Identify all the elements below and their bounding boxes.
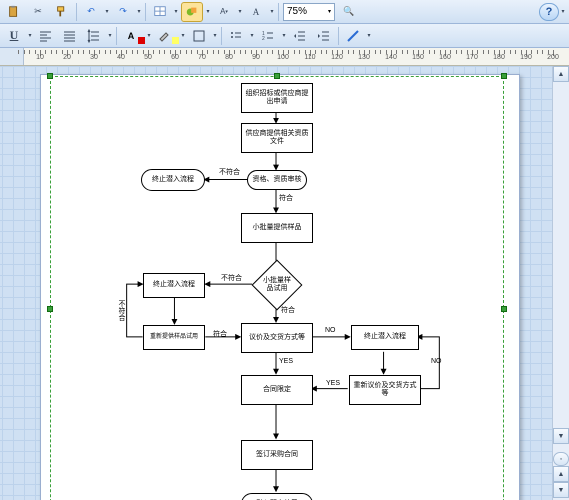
numbering-icon[interactable]: 12 <box>257 26 279 46</box>
numbering-dropdown[interactable]: ▾ <box>280 32 288 39</box>
font-shrink-icon[interactable]: A▾ <box>213 2 235 22</box>
bullets-dropdown[interactable]: ▾ <box>248 32 256 39</box>
spacing-dropdown[interactable]: ▾ <box>106 32 114 39</box>
scrollbar-vertical[interactable]: ▲ ▼ ◦ ▲ ▼ <box>552 66 569 500</box>
indent-decrease-icon[interactable] <box>289 26 311 46</box>
cut-icon[interactable]: ✂ <box>27 2 49 22</box>
undo-icon[interactable]: ↶ <box>80 2 102 22</box>
zoom-tool-icon[interactable]: 🔍 <box>338 2 360 22</box>
ruler-label: 190 <box>520 54 532 61</box>
ruler-label: 200 <box>547 54 559 61</box>
highlight-swatch <box>172 37 179 44</box>
paste-icon[interactable] <box>3 2 25 22</box>
separator <box>145 3 146 21</box>
ruler-label: 140 <box>385 54 397 61</box>
help-dropdown[interactable]: ▾ <box>559 8 567 15</box>
browse-object-button[interactable]: ◦ <box>553 452 569 466</box>
separator <box>278 3 279 21</box>
resize-handle-w[interactable] <box>47 306 53 312</box>
undo-dropdown[interactable]: ▾ <box>103 8 111 15</box>
align-left-icon[interactable] <box>35 26 57 46</box>
ruler-label: 100 <box>277 54 289 61</box>
ruler-corner <box>0 48 24 65</box>
ruler-label: 40 <box>117 54 125 61</box>
border-dropdown[interactable]: ▾ <box>211 32 219 39</box>
ruler-label: 110 <box>304 54 315 61</box>
scroll-down-button[interactable]: ▼ <box>553 428 569 444</box>
fs-dropdown[interactable]: ▾ <box>236 8 244 15</box>
line-spacing-icon[interactable] <box>83 26 105 46</box>
ruler-horizontal[interactable]: 10 20 30 40 50 60 70 80 90 100 110 120 130 140 150 160 1… <box>0 48 569 66</box>
separator <box>221 27 222 45</box>
scroll-up-button[interactable]: ▲ <box>553 66 569 82</box>
svg-text:2: 2 <box>262 36 265 42</box>
next-page-button[interactable]: ▼ <box>553 482 569 498</box>
separator <box>76 3 77 21</box>
resize-handle-n[interactable] <box>274 73 280 79</box>
separator <box>116 27 117 45</box>
ruler-label: 20 <box>63 54 71 61</box>
ruler-label: 160 <box>439 54 451 61</box>
ruler-label: 30 <box>90 54 98 61</box>
table-dropdown[interactable]: ▾ <box>172 8 180 15</box>
ruler-label: 50 <box>144 54 152 61</box>
ruler-label: 90 <box>252 54 260 61</box>
resize-handle-nw[interactable] <box>47 73 53 79</box>
fstyle-dropdown[interactable]: ▾ <box>268 8 276 15</box>
underline-button[interactable]: U <box>3 26 25 46</box>
help-button[interactable]: ? <box>539 3 559 21</box>
bullets-icon[interactable] <box>225 26 247 46</box>
ruler-label: 70 <box>198 54 206 61</box>
ruler-label: 170 <box>466 54 478 61</box>
ruler-label: 180 <box>493 54 505 61</box>
line-color-icon[interactable] <box>342 26 364 46</box>
fontcolor-dropdown[interactable]: ▾ <box>145 32 153 39</box>
font-color-swatch <box>138 37 145 44</box>
workspace[interactable]: 组织招标或供应商提出申请 供应商提供相关资质文件 终止潜入流程 资格、资质审核 … <box>0 66 569 500</box>
table-icon[interactable] <box>149 2 171 22</box>
format-painter-icon[interactable] <box>51 2 73 22</box>
underline-dropdown[interactable]: ▾ <box>26 32 34 39</box>
border-icon[interactable] <box>188 26 210 46</box>
shapes-icon[interactable] <box>181 2 203 22</box>
ruler-label: 150 <box>412 54 424 61</box>
resize-handle-ne[interactable] <box>501 73 507 79</box>
indent-increase-icon[interactable] <box>313 26 335 46</box>
zoom-input[interactable]: 75% ▾ <box>283 3 335 21</box>
align-justify-icon[interactable] <box>59 26 81 46</box>
separator <box>338 27 339 45</box>
ruler-label: 120 <box>331 54 343 61</box>
ruler-label: 60 <box>171 54 179 61</box>
linecolor-dropdown[interactable]: ▾ <box>365 32 373 39</box>
ruler-label: 10 <box>36 54 44 61</box>
toolbar-format: U ▾ ▾ A ▾ ▾ ▾ ▾ 12 ▾ ▾ <box>0 24 569 48</box>
ruler-label: 130 <box>358 54 370 61</box>
prev-page-button[interactable]: ▲ <box>553 466 569 482</box>
toolbar-main: ✂ ↶ ▾ ↷ ▾ ▾ ▾ A▾ ▾ A ▾ 75% ▾ 🔍 ? ▾ <box>0 0 569 24</box>
redo-dropdown[interactable]: ▾ <box>135 8 143 15</box>
selection-frame[interactable] <box>50 76 504 500</box>
zoom-value: 75% <box>287 6 307 17</box>
font-style-icon[interactable]: A <box>245 2 267 22</box>
ruler-label: 80 <box>225 54 233 61</box>
shapes-dropdown[interactable]: ▾ <box>204 8 212 15</box>
highlight-dropdown[interactable]: ▾ <box>179 32 187 39</box>
resize-handle-e[interactable] <box>501 306 507 312</box>
redo-icon[interactable]: ↷ <box>112 2 134 22</box>
